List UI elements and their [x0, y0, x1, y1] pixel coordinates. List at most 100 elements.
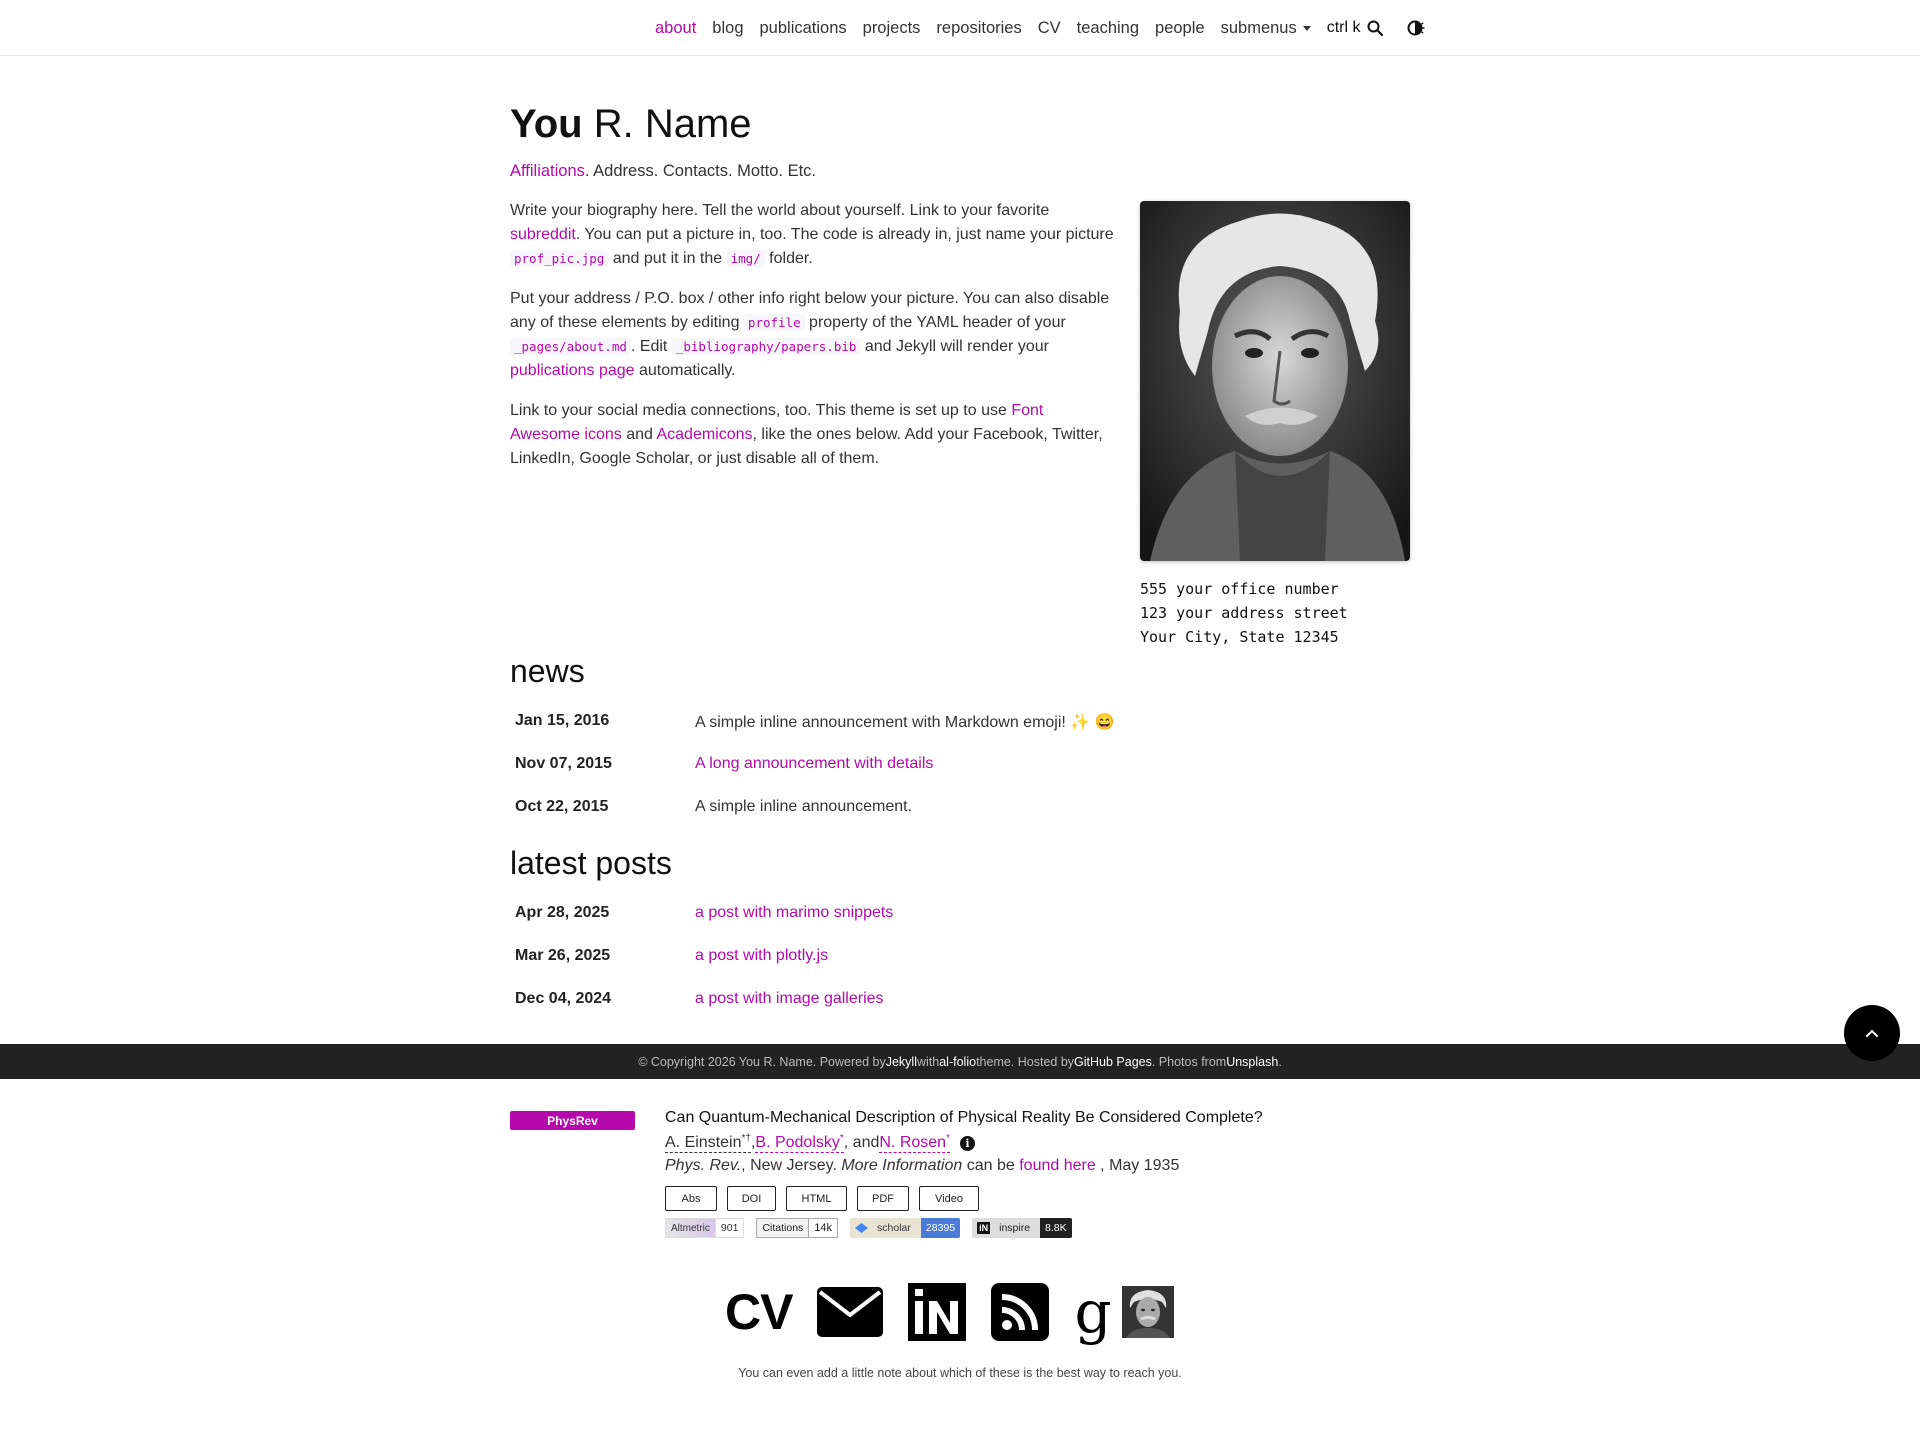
- address-line: 555 your office number: [1140, 580, 1339, 598]
- publication-title: Can Quantum-Mechanical Description of Ph…: [665, 1109, 1263, 1126]
- author-separator: , and: [843, 1134, 880, 1151]
- nav-item-repositories[interactable]: repositories: [936, 19, 1021, 38]
- post-date: Apr 28, 2025: [515, 904, 610, 921]
- unsplash-link[interactable]: Unsplash: [1226, 1055, 1278, 1069]
- news-date: Oct 22, 2015: [515, 798, 609, 815]
- citations-badge[interactable]: Citations 14k: [756, 1218, 839, 1238]
- publication-metrics: Altmetric 901 Citations 14k scholar 2839…: [665, 1218, 1084, 1238]
- cv-icon-text: CV: [725, 1284, 793, 1340]
- nav-item-about[interactable]: about: [655, 19, 696, 38]
- cv-icon[interactable]: CV: [725, 1283, 793, 1341]
- chevron-up-icon: [1866, 1029, 1878, 1037]
- code-profile: profile: [743, 314, 805, 331]
- author-einstein[interactable]: A. Einstein*†: [665, 1133, 751, 1153]
- video-button[interactable]: Video: [919, 1186, 979, 1211]
- address: 555 your office number 123 your address s…: [1140, 577, 1348, 649]
- latest-posts-heading[interactable]: latest posts: [510, 845, 672, 882]
- bio-text: folder.: [764, 250, 813, 267]
- venue-text: can be: [962, 1157, 1020, 1174]
- rss-icon[interactable]: [991, 1283, 1050, 1341]
- theme-toggle-button[interactable]: [1407, 19, 1425, 37]
- address-line: Your City, State 12345: [1140, 628, 1339, 646]
- doi-button[interactable]: DOI: [727, 1186, 776, 1211]
- bio-text: Write your biography here. Tell the worl…: [510, 202, 1050, 219]
- publication-authors: A. Einstein*†, B. Podolsky*, and N. Rose…: [665, 1133, 975, 1153]
- submenus-label: submenus: [1220, 18, 1297, 37]
- venue-journal: Phys. Rev.: [665, 1157, 742, 1174]
- google-scholar-badge[interactable]: scholar 28395: [850, 1218, 961, 1238]
- envelope-icon[interactable]: [817, 1287, 884, 1337]
- social-icons: CV g: [725, 1283, 1199, 1341]
- post-date: Dec 04, 2024: [515, 990, 612, 1007]
- rest-name: R. Name: [593, 102, 752, 146]
- author-sup: *†: [741, 1133, 751, 1144]
- profile-picture[interactable]: [1140, 201, 1410, 561]
- author-podolsky[interactable]: B. Podolsky*: [755, 1133, 844, 1153]
- bio-text: Link to your social media connections, t…: [510, 402, 1012, 419]
- inspire-icon[interactable]: [908, 1283, 967, 1341]
- publication-badge[interactable]: PhysRev: [510, 1111, 635, 1130]
- biography: Write your biography here. Tell the worl…: [510, 199, 1115, 487]
- nav-menu: about blog publications projects reposit…: [655, 0, 1425, 56]
- code-papers-bib: _bibliography/papers.bib: [671, 338, 861, 355]
- bio-text: property of the YAML header of your: [804, 314, 1066, 331]
- venue-text: , New Jersey.: [741, 1157, 842, 1174]
- nav-item-projects[interactable]: projects: [863, 19, 921, 38]
- found-here-link[interactable]: found here: [1019, 1157, 1096, 1174]
- google-scholar-icon[interactable]: g: [1074, 1283, 1111, 1341]
- caret-down-icon: [1302, 25, 1311, 31]
- footer-text: with: [917, 1054, 940, 1069]
- inspire-label-wrap: iN inspire: [972, 1218, 1041, 1238]
- publications-page-link[interactable]: publications page: [510, 362, 635, 379]
- inspire-small-icon: iN: [977, 1222, 991, 1234]
- social-note: You can even add a little note about whi…: [738, 1366, 1182, 1380]
- bio-text: and put it in the: [608, 250, 727, 267]
- post-title: a post with plotly.js: [695, 947, 828, 965]
- abs-button[interactable]: Abs: [665, 1186, 717, 1211]
- academicons-link[interactable]: Academicons: [656, 426, 752, 443]
- first-name: You: [510, 102, 583, 146]
- code-prof-pic: prof_pic.jpg: [510, 250, 609, 267]
- post-link[interactable]: a post with plotly.js: [695, 947, 828, 964]
- pdf-button[interactable]: PDF: [857, 1186, 909, 1211]
- scholar-value: 28395: [920, 1218, 961, 1238]
- nav-item-cv[interactable]: CV: [1038, 19, 1061, 38]
- nav-item-teaching[interactable]: teaching: [1077, 19, 1139, 38]
- bio-paragraph-3: Link to your social media connections, t…: [510, 399, 1115, 471]
- post-title: a post with marimo snippets: [695, 904, 893, 922]
- html-button[interactable]: HTML: [786, 1186, 847, 1211]
- info-icon[interactable]: i: [959, 1135, 975, 1151]
- nav-item-people[interactable]: people: [1155, 19, 1205, 38]
- avatar[interactable]: [1121, 1286, 1174, 1338]
- nav-item-submenus[interactable]: submenus: [1221, 19, 1311, 38]
- google-scholar-glyph: g: [1074, 1278, 1112, 1346]
- affiliations-link[interactable]: Affiliations: [510, 162, 585, 180]
- code-about-md: _pages/about.md: [510, 338, 631, 355]
- nav-item-publications[interactable]: publications: [760, 19, 847, 38]
- post-link[interactable]: a post with marimo snippets: [695, 904, 893, 921]
- code-img-folder: img/: [726, 250, 765, 267]
- search-shortcut-label: ctrl k: [1326, 19, 1361, 36]
- al-folio-link[interactable]: al-folio: [939, 1055, 976, 1069]
- footer-text: theme. Hosted by: [976, 1054, 1075, 1069]
- publication-venue: Phys. Rev., New Jersey. More Information…: [665, 1157, 1179, 1175]
- search-icon: [1367, 20, 1383, 36]
- venue-date: , May 1935: [1095, 1157, 1180, 1174]
- author-rosen[interactable]: N. Rosen*: [879, 1133, 950, 1153]
- jekyll-link[interactable]: Jekyll: [886, 1055, 917, 1069]
- search-button[interactable]: ctrl k: [1327, 19, 1383, 37]
- post-link[interactable]: a post with image galleries: [695, 990, 884, 1007]
- news-heading[interactable]: news: [510, 653, 585, 690]
- back-to-top-button[interactable]: [1844, 1005, 1900, 1061]
- news-link[interactable]: A long announcement with details: [695, 755, 933, 772]
- subreddit-link[interactable]: subreddit: [510, 226, 576, 243]
- github-pages-link[interactable]: GitHub Pages: [1074, 1055, 1152, 1069]
- address-line: 123 your address street: [1140, 604, 1348, 622]
- page-description: Affiliations. Address. Contacts. Motto. …: [510, 162, 816, 181]
- nav-item-blog[interactable]: blog: [712, 19, 743, 38]
- inspire-badge[interactable]: iN inspire 8.8K: [972, 1218, 1072, 1238]
- author-name: B. Podolsky: [755, 1134, 840, 1151]
- bio-text: . You can put a picture in, too. The cod…: [575, 226, 1114, 243]
- news-text: A simple inline announcement with Markdo…: [695, 714, 1115, 731]
- altmetric-badge[interactable]: Altmetric 901: [665, 1218, 745, 1238]
